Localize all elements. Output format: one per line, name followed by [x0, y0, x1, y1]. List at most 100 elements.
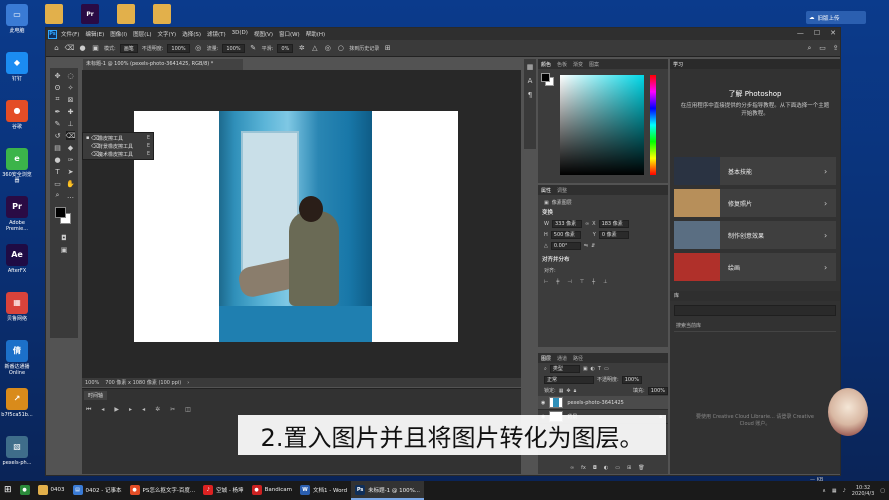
document-tab[interactable]: 未标题-1 @ 100% (pexels-photo-3641425, RGB/… [83, 59, 243, 70]
type-tool-icon[interactable]: T [53, 167, 62, 176]
flow-field[interactable]: 100% [222, 43, 245, 53]
desktop-icon[interactable]: 倩新番达通播 Online [0, 340, 34, 376]
angle-icon[interactable]: △ [310, 44, 319, 53]
notifications-icon[interactable]: ▢ [880, 488, 885, 494]
healing-brush-icon[interactable]: ✚ [66, 107, 75, 116]
taskbar-item[interactable]: ▤ 0402 - 记事本 [69, 481, 126, 500]
blend-mode-select[interactable]: 正常 [544, 375, 594, 384]
learn-card[interactable]: 绘画 › [674, 253, 836, 281]
x-field[interactable]: 183 像素 [598, 219, 629, 228]
desktop-icon[interactable]: e 360安全浏览器 [0, 148, 34, 184]
lock-position-icon[interactable]: ✥ [566, 388, 570, 394]
close-icon[interactable]: ✕ [830, 29, 836, 37]
play-icon[interactable]: ▶ [114, 406, 119, 414]
brush-panel-icon[interactable]: ▣ [91, 44, 100, 53]
panel-tab[interactable]: 图案 [589, 61, 599, 68]
flip-h-icon[interactable]: ⇋ [584, 243, 588, 249]
menu-item[interactable]: 窗口(W) [279, 30, 300, 38]
learn-tab[interactable]: 学习 [673, 61, 683, 68]
color-field[interactable] [560, 75, 644, 175]
maximize-icon[interactable]: ☐ [814, 29, 820, 37]
shape-tool-icon[interactable]: ▭ [53, 179, 62, 188]
stamp-tool-icon[interactable]: ⊥ [66, 119, 75, 128]
mode-select[interactable]: 画笔 [119, 43, 138, 53]
menu-item[interactable]: 滤镜(T) [207, 30, 226, 38]
taskbar-item[interactable]: ● PS怎么抠文字-百度... [126, 481, 200, 500]
gear-icon[interactable]: ✲ [297, 44, 306, 53]
menu-item[interactable]: 3D(D) [232, 30, 248, 38]
search-button[interactable]: ● [16, 481, 34, 500]
split-icon[interactable]: ✂ [170, 406, 175, 414]
menu-item[interactable]: 文字(Y) [158, 30, 177, 38]
next-frame-icon[interactable]: ▸ [129, 406, 132, 414]
eye-icon[interactable]: ◉ [541, 400, 545, 406]
login-button[interactable]: ☁ 旧版上传 [806, 11, 866, 24]
dodge-tool-icon[interactable]: ● [53, 155, 62, 164]
blur-tool-icon[interactable]: ◆ [66, 143, 75, 152]
airbrush-icon[interactable]: ✎ [249, 44, 258, 53]
flyout-item[interactable]: ⌫ 背景橡皮擦工具 E [83, 142, 153, 150]
screen-mode-icon[interactable]: ▣ [60, 245, 69, 254]
desktop-icon[interactable]: Ae AfterFX [0, 244, 34, 274]
width-field[interactable]: 333 像素 [551, 219, 582, 228]
start-button[interactable]: ⊞ [0, 481, 16, 500]
panel-tab[interactable]: 图层 [541, 355, 551, 362]
eraser-tool-icon[interactable]: ⌫ [65, 44, 75, 53]
taskbar-item[interactable]: W 文档1 - Word [296, 481, 351, 500]
character-panel-icon[interactable]: A [528, 77, 533, 85]
pressure-opacity-icon[interactable]: ◎ [194, 44, 203, 53]
desktop-top-icon[interactable] [45, 4, 63, 24]
opacity-field[interactable]: 100% [167, 43, 190, 53]
erase-history-checkbox[interactable]: ○ [336, 44, 345, 53]
quick-mask-icon[interactable]: ◘ [60, 233, 69, 242]
learn-card[interactable]: 制作创意效果 › [674, 221, 836, 249]
foreground-color[interactable] [55, 207, 66, 218]
frame-tool-icon[interactable]: ⊠ [66, 95, 75, 104]
panel-tab[interactable]: 属性 [541, 187, 551, 194]
path-select-icon[interactable]: ➤ [66, 167, 75, 176]
taskbar-item[interactable]: Ps 未标题-1 @ 100%... [351, 481, 425, 500]
menu-item[interactable]: 选择(S) [182, 30, 201, 38]
settings-icon[interactable]: ✲ [155, 406, 160, 414]
share-icon[interactable]: ⇪ [831, 44, 840, 53]
menu-item[interactable]: 编辑(E) [85, 30, 104, 38]
prev-frame-icon[interactable]: ◂ [101, 406, 104, 414]
align-center-icon[interactable]: ╪ [556, 279, 559, 285]
volume-icon[interactable]: ♪ [843, 488, 846, 494]
home-icon[interactable]: ⌂ [52, 44, 61, 53]
desktop-icon[interactable]: ● 谷歌 [0, 100, 34, 130]
minimize-icon[interactable]: — [797, 29, 804, 37]
network-icon[interactable]: ▦ [832, 488, 837, 494]
menu-item[interactable]: 视图(V) [254, 30, 273, 38]
more-tools-icon[interactable]: … [66, 191, 75, 200]
learn-card[interactable]: 基本技能 › [674, 157, 836, 185]
filter-adjust-icon[interactable]: ◐ [591, 366, 595, 372]
clock[interactable]: 10:32 2020/4/3 [852, 485, 874, 497]
lasso-tool-icon[interactable]: ʘ [53, 83, 62, 92]
panel-tab[interactable]: 渐变 [573, 61, 583, 68]
desktop-icon[interactable]: Pr Adobe Premie... [0, 196, 34, 232]
desktop-icon[interactable]: ▭ 此电脑 [0, 4, 34, 34]
first-frame-icon[interactable]: ⏮ [86, 406, 91, 414]
canvas[interactable] [134, 111, 458, 342]
magic-wand-icon[interactable]: ✧ [66, 83, 75, 92]
desktop-top-icon[interactable] [117, 4, 135, 24]
y-field[interactable]: 0 像素 [598, 230, 629, 239]
filter-type-icon[interactable]: T [598, 366, 601, 372]
history-panel-icon[interactable]: ▦ [527, 63, 534, 71]
menu-item[interactable]: 文件(F) [61, 30, 79, 38]
taskbar-item[interactable]: 0403 [34, 481, 69, 500]
gradient-tool-icon[interactable]: ▤ [53, 143, 62, 152]
hand-tool-icon[interactable]: ✋ [66, 179, 75, 188]
transition-icon[interactable]: ◫ [185, 406, 191, 414]
workspace-icon[interactable]: ▭ [818, 44, 827, 53]
color-swatches[interactable] [53, 207, 75, 227]
desktop-icon[interactable]: ▦ 贝鲁网络 [0, 292, 34, 322]
filter-pixel-icon[interactable]: ▣ [583, 366, 588, 372]
group-icon[interactable]: ▭ [615, 465, 620, 471]
marquee-tool-icon[interactable]: ◌ [66, 71, 75, 80]
paragraph-panel-icon[interactable]: ¶ [528, 91, 532, 99]
align-left-icon[interactable]: ⊢ [544, 279, 548, 285]
new-layer-icon[interactable]: ⊞ [627, 465, 631, 471]
pen-tool-icon[interactable]: ✑ [66, 155, 75, 164]
